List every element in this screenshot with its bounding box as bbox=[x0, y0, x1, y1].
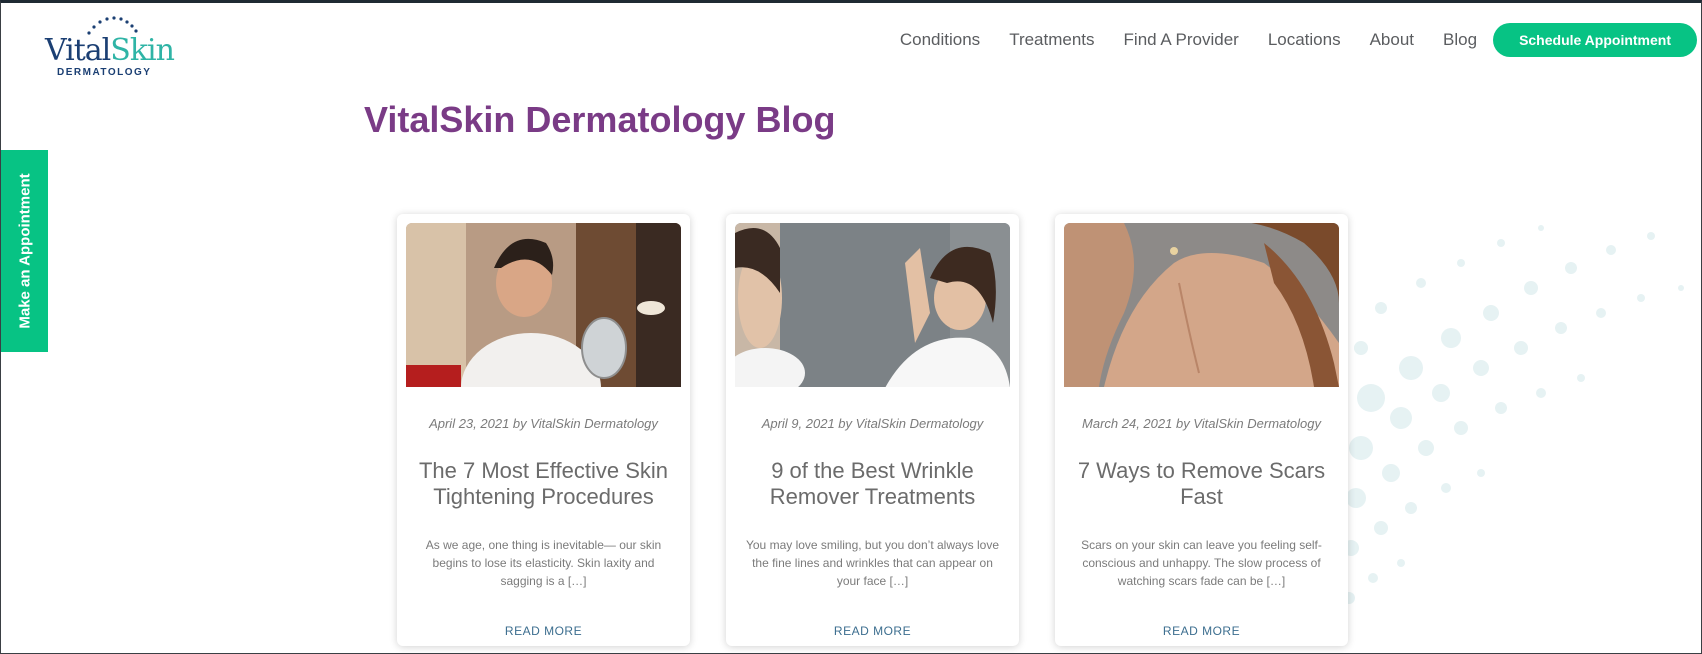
post-meta: April 23, 2021 by VitalSkin Dermatology bbox=[429, 416, 658, 431]
nav-find-a-provider[interactable]: Find A Provider bbox=[1124, 30, 1239, 50]
post-thumbnail-image[interactable] bbox=[735, 223, 1010, 387]
read-more-link[interactable]: READ MORE bbox=[1055, 624, 1348, 638]
post-excerpt: You may love smiling, but you don’t alwa… bbox=[745, 538, 1000, 588]
nav-about[interactable]: About bbox=[1370, 30, 1414, 50]
nav-blog[interactable]: Blog bbox=[1443, 30, 1477, 50]
blog-post-card[interactable]: April 9, 2021 by VitalSkin Dermatology 9… bbox=[726, 214, 1019, 646]
post-meta: March 24, 2021 by VitalSkin Dermatology bbox=[1082, 416, 1321, 431]
blog-post-list: April 23, 2021 by VitalSkin Dermatology … bbox=[397, 214, 1384, 646]
logo-word-vital: Vital bbox=[45, 33, 111, 68]
vitalskin-logo[interactable]: VitalSkin DERMATOLOGY bbox=[41, 13, 175, 78]
post-excerpt: As we age, one thing is inevitable— our … bbox=[425, 538, 662, 588]
post-thumbnail-image[interactable] bbox=[1064, 223, 1339, 387]
main-nav: Conditions Treatments Find A Provider Lo… bbox=[900, 23, 1697, 57]
logo-subtitle: DERMATOLOGY bbox=[57, 67, 152, 78]
post-thumbnail-image[interactable] bbox=[406, 223, 681, 387]
blog-post-card[interactable]: March 24, 2021 by VitalSkin Dermatology … bbox=[1055, 214, 1348, 646]
post-title[interactable]: The 7 Most Effective Skin Tightening Pro… bbox=[405, 458, 682, 510]
schedule-appointment-button[interactable]: Schedule Appointment bbox=[1493, 23, 1697, 57]
nav-conditions[interactable]: Conditions bbox=[900, 30, 980, 50]
read-more-link[interactable]: READ MORE bbox=[397, 624, 690, 638]
read-more-link[interactable]: READ MORE bbox=[726, 624, 1019, 638]
side-tab-label: Make an Appointment bbox=[16, 173, 33, 329]
logo-wordmark: VitalSkin bbox=[45, 33, 175, 68]
post-meta: April 9, 2021 by VitalSkin Dermatology bbox=[761, 416, 984, 431]
page-title: VitalSkin Dermatology Blog bbox=[364, 99, 836, 140]
logo-word-skin: Skin bbox=[110, 33, 175, 68]
nav-treatments[interactable]: Treatments bbox=[1009, 30, 1094, 50]
page: VitalSkin DERMATOLOGY Conditions Treatme… bbox=[1, 3, 1701, 653]
make-appointment-side-tab[interactable]: Make an Appointment bbox=[1, 150, 48, 352]
nav-locations[interactable]: Locations bbox=[1268, 30, 1341, 50]
post-title[interactable]: 9 of the Best Wrinkle Remover Treatments bbox=[734, 458, 1011, 510]
post-excerpt: Scars on your skin can leave you feeling… bbox=[1081, 538, 1322, 588]
blog-post-card[interactable]: April 23, 2021 by VitalSkin Dermatology … bbox=[397, 214, 690, 646]
post-title[interactable]: 7 Ways to Remove Scars Fast bbox=[1063, 458, 1340, 510]
